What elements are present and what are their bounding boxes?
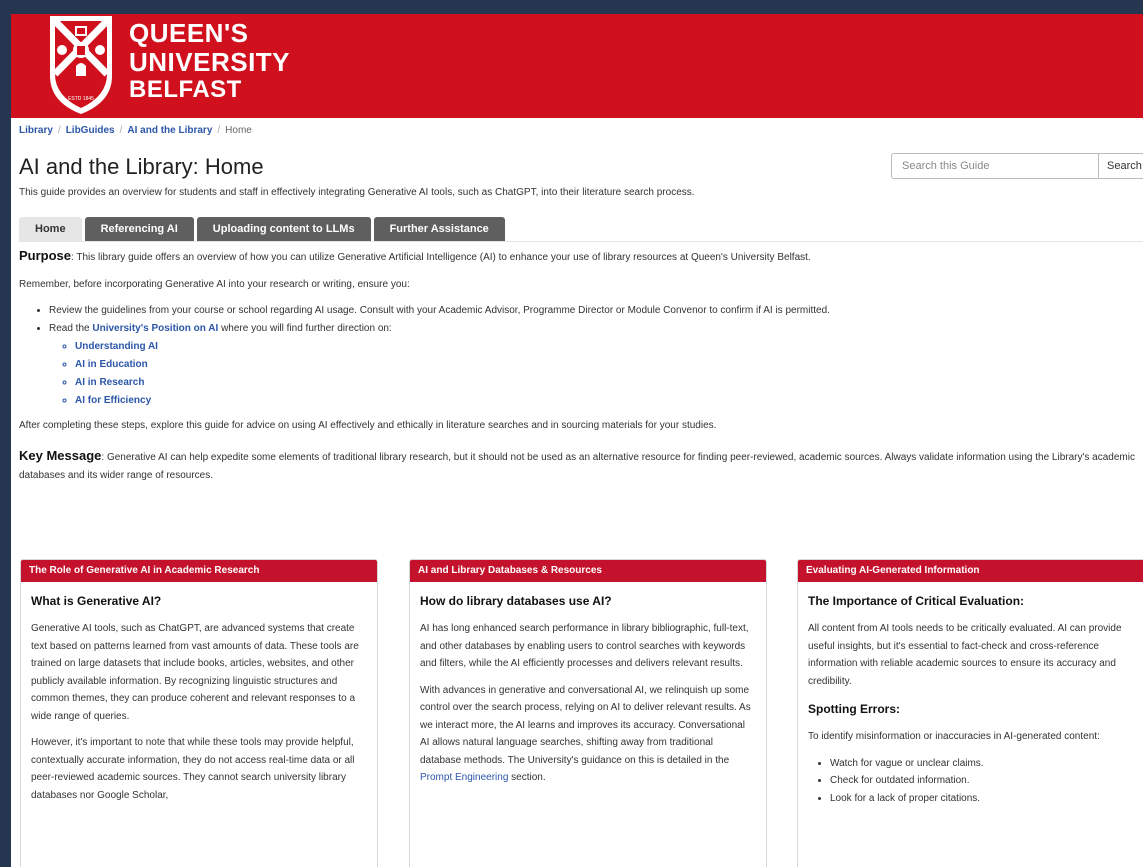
box-paragraph: To identify misinformation or inaccuraci…: [808, 731, 1100, 742]
list-item-text: Read the: [49, 322, 93, 334]
wordmark-line-2: UNIVERSITY: [129, 47, 291, 77]
guide-search-button[interactable]: Search: [1099, 153, 1143, 179]
purpose-paragraph: Purpose: This library guide offers an ov…: [19, 246, 1139, 266]
after-paragraph: After completing these steps, explore th…: [19, 419, 717, 431]
box-heading: The Importance of Critical Evaluation:: [808, 594, 1025, 608]
list-item: Look for a lack of proper citations.: [830, 790, 1143, 808]
guide-search-input[interactable]: [891, 153, 1099, 179]
box-body: How do library databases use AI? AI has …: [410, 582, 766, 787]
box-body: What is Generative AI? Generative AI too…: [21, 582, 377, 804]
box-paragraph: Generative AI tools, such as ChatGPT, ar…: [31, 623, 359, 722]
list-item: Review the guidelines from your course o…: [49, 303, 1139, 318]
box-role-of-generative-ai: The Role of Generative AI in Academic Re…: [20, 559, 378, 867]
wordmark-line-3: BELFAST: [129, 76, 242, 103]
checklist: Review the guidelines from your course o…: [19, 303, 1139, 408]
breadcrumb-separator: /: [119, 125, 123, 136]
prompt-engineering-link[interactable]: Prompt Engineering: [420, 772, 508, 783]
breadcrumb-guide-link[interactable]: AI and the Library: [127, 125, 212, 136]
key-message-label: Key Message: [19, 447, 102, 463]
ai-in-research-link[interactable]: AI in Research: [75, 375, 1139, 390]
purpose-label: Purpose: [19, 248, 72, 263]
remember-paragraph: Remember, before incorporating Generativ…: [19, 278, 410, 290]
list-item-text: where you will find further direction on…: [218, 322, 392, 334]
breadcrumb-separator: /: [57, 125, 61, 136]
error-checklist: Watch for vague or unclear claims. Check…: [808, 755, 1143, 808]
tab-referencing-ai[interactable]: Referencing AI: [84, 217, 194, 241]
list-item: Watch for vague or unclear claims.: [830, 755, 1143, 773]
main-content: Purpose: This library guide offers an ov…: [19, 246, 1139, 496]
tab-divider: [19, 241, 1143, 242]
page-subtitle: This guide provides an overview for stud…: [19, 187, 695, 198]
box-evaluating-ai-information: Evaluating AI-Generated Information The …: [797, 559, 1143, 867]
breadcrumb-separator: /: [217, 125, 221, 136]
box-header: Evaluating AI-Generated Information: [798, 560, 1143, 582]
box-paragraph-text: section.: [508, 772, 546, 783]
breadcrumb-current: Home: [225, 125, 252, 136]
tab-home[interactable]: Home: [19, 217, 82, 241]
breadcrumb-libguides-link[interactable]: LibGuides: [66, 125, 115, 136]
box-header: The Role of Generative AI in Academic Re…: [21, 560, 377, 582]
breadcrumb-library-link[interactable]: Library: [19, 125, 53, 136]
university-banner: ESTD 1845 QUEEN'S UNIVERSITY BELFAST: [11, 14, 1143, 118]
wordmark-line-1: QUEEN'S: [129, 18, 249, 48]
box-paragraph: However, it's important to note that whi…: [31, 737, 355, 801]
purpose-text: : This library guide offers an overview …: [71, 252, 811, 263]
library-guide-page: ESTD 1845 QUEEN'S UNIVERSITY BELFAST Lib…: [11, 14, 1143, 867]
box-paragraph: AI has long enhanced search performance …: [420, 623, 749, 669]
box-subheading: Spotting Errors:: [808, 702, 900, 716]
list-item: Read the University's Position on AI whe…: [49, 321, 1139, 408]
university-crest-icon[interactable]: ESTD 1845: [48, 14, 114, 116]
ai-for-efficiency-link[interactable]: AI for Efficiency: [75, 393, 1139, 408]
ai-in-education-link[interactable]: AI in Education: [75, 357, 1139, 372]
svg-text:ESTD 1845: ESTD 1845: [68, 96, 94, 102]
page-title: AI and the Library: Home: [19, 154, 264, 179]
box-paragraph-text: With advances in generative and conversa…: [420, 684, 751, 766]
box-ai-library-databases: AI and Library Databases & Resources How…: [409, 559, 767, 867]
box-heading: How do library databases use AI?: [420, 594, 612, 608]
breadcrumb: Library / LibGuides / AI and the Library / Hom…: [19, 125, 252, 136]
key-message-paragraph: Key Message: Generative AI can help expe…: [19, 444, 1139, 485]
guide-tabs: Home Referencing AI Uploading content to…: [19, 217, 508, 241]
position-sublist: Understanding AI AI in Education AI in R…: [49, 339, 1139, 408]
box-heading: What is Generative AI?: [31, 594, 162, 608]
university-position-link[interactable]: University's Position on AI: [92, 323, 218, 334]
box-paragraph: With advances in generative and conversa…: [420, 682, 756, 787]
box-header: AI and Library Databases & Resources: [410, 560, 766, 582]
university-wordmark[interactable]: QUEEN'S UNIVERSITY BELFAST: [129, 20, 290, 102]
understanding-ai-link[interactable]: Understanding AI: [75, 339, 1139, 354]
box-body: The Importance of Critical Evaluation: A…: [798, 582, 1143, 807]
key-message-text: : Generative AI can help expedite some e…: [19, 451, 1135, 481]
tab-further-assistance[interactable]: Further Assistance: [373, 217, 505, 241]
list-item: Check for outdated information.: [830, 772, 1143, 790]
box-paragraph: All content from AI tools needs to be cr…: [808, 623, 1122, 687]
tab-uploading-content[interactable]: Uploading content to LLMs: [196, 217, 371, 241]
